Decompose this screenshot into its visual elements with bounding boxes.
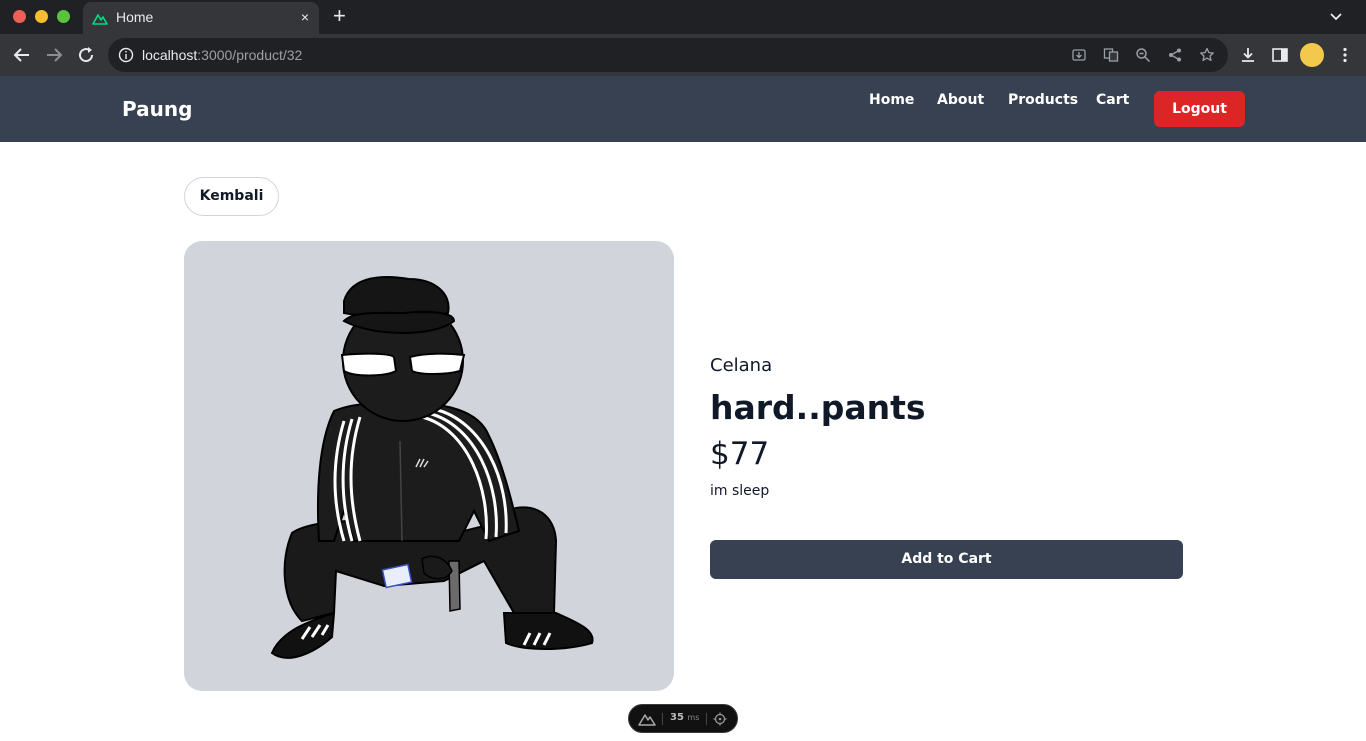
share-icon[interactable]	[1167, 47, 1183, 63]
back-button[interactable]: Kembali	[184, 177, 279, 216]
address-bar[interactable]: localhost:3000/product/32	[108, 38, 1228, 72]
brand-logo[interactable]: Paung	[122, 97, 192, 121]
nuxt-icon	[92, 14, 108, 25]
render-time-readout: 35 ms	[670, 712, 699, 723]
nav-link-about[interactable]: About	[937, 92, 984, 108]
nav-link-products[interactable]: Products	[1008, 92, 1078, 108]
profile-avatar[interactable]	[1300, 43, 1324, 67]
window-maximize-button[interactable]	[57, 10, 70, 23]
add-to-cart-button[interactable]: Add to Cart	[710, 540, 1183, 579]
nuxt-icon[interactable]	[638, 712, 656, 726]
bookmark-star-icon[interactable]	[1199, 47, 1215, 63]
zoom-icon[interactable]	[1135, 47, 1151, 63]
product-title: hard..pants	[710, 388, 926, 427]
product-category: Celana	[710, 355, 773, 376]
back-arrow-icon[interactable]	[12, 45, 32, 65]
new-tab-button[interactable]: +	[333, 5, 346, 27]
window-close-button[interactable]	[13, 10, 26, 23]
side-panel-icon[interactable]	[1271, 46, 1289, 64]
url-host: localhost	[142, 47, 198, 63]
product-price: $77	[710, 436, 770, 472]
product-illustration	[270, 276, 594, 659]
product-description: im sleep	[710, 483, 770, 499]
divider	[706, 713, 707, 725]
crosshair-icon[interactable]	[713, 712, 727, 726]
kebab-menu-icon[interactable]	[1336, 46, 1354, 64]
tab-title: Home	[116, 9, 154, 25]
logout-button[interactable]: Logout	[1154, 91, 1245, 127]
product-image	[184, 241, 674, 691]
nav-link-home[interactable]: Home	[869, 92, 914, 108]
install-app-icon[interactable]	[1071, 47, 1087, 63]
window-minimize-button[interactable]	[35, 10, 48, 23]
browser-tab[interactable]: Home ×	[83, 2, 319, 34]
browser-tabbar: Home × +	[0, 0, 1366, 34]
chevron-down-icon[interactable]	[1328, 8, 1344, 24]
tab-close-icon[interactable]: ×	[301, 9, 309, 25]
nuxt-devtools-toolbar[interactable]: 35 ms	[628, 704, 738, 733]
translate-icon[interactable]	[1103, 47, 1119, 63]
forward-arrow-icon[interactable]	[44, 45, 64, 65]
reload-icon[interactable]	[76, 45, 96, 65]
url-text[interactable]: localhost:3000/product/32	[142, 47, 302, 63]
url-path: :3000/product/32	[197, 47, 303, 63]
browser-toolbar: localhost:3000/product/32	[0, 34, 1366, 76]
app-navbar: Paung Home About Products Cart Logout	[0, 76, 1366, 142]
render-time-unit: ms	[687, 713, 700, 722]
download-icon[interactable]	[1239, 46, 1257, 64]
nav-link-cart[interactable]: Cart	[1096, 92, 1129, 108]
divider	[662, 713, 663, 725]
render-time-value: 35	[670, 712, 684, 723]
info-icon[interactable]	[118, 47, 134, 63]
